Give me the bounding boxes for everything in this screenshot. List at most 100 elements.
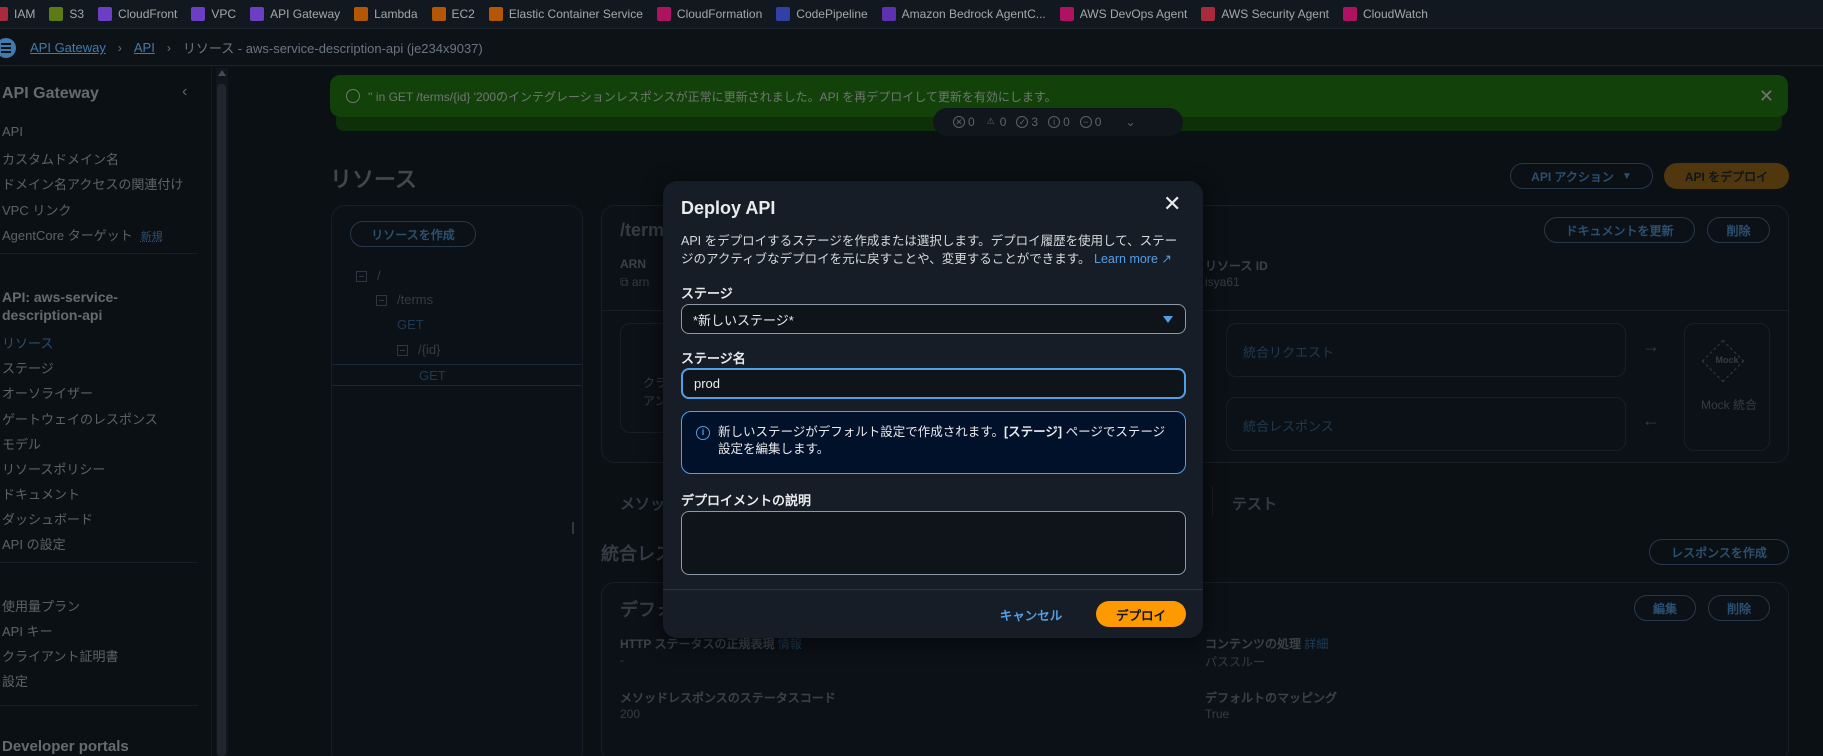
chevron-down-icon[interactable]: ⌄ xyxy=(1125,115,1135,129)
sidebar-item-4[interactable]: AgentCore ターゲット 新規 xyxy=(2,225,163,244)
service-icon xyxy=(250,7,265,21)
create-response-button[interactable]: レスポンスを作成 xyxy=(1649,539,1789,565)
tab-test[interactable]: テスト xyxy=(1232,493,1277,514)
tab-divider xyxy=(1212,486,1213,516)
breadcrumb-api[interactable]: API xyxy=(134,40,155,55)
sidebar-api-item-6[interactable]: ドキュメント xyxy=(2,484,80,503)
tree-node-terms[interactable]: /terms xyxy=(376,292,433,307)
stage-label: ステージ xyxy=(681,286,733,301)
info-alert: i 新しいステージがデフォルト設定で作成されます。[ステージ] ページでステージ… xyxy=(681,411,1186,474)
sidebar-item-3[interactable]: VPC リンク xyxy=(2,200,71,219)
copy-icon[interactable]: ⧉ xyxy=(620,275,629,289)
stage-select[interactable]: *新しいステージ* xyxy=(681,304,1186,334)
favorite-aws-security-agent[interactable]: AWS Security Agent xyxy=(1201,7,1329,21)
favorite-ec2[interactable]: EC2 xyxy=(431,7,475,21)
deployment-description-textarea[interactable] xyxy=(681,511,1186,575)
collapse-sidebar-icon[interactable]: ‹ xyxy=(182,83,187,101)
external-link-icon: ↗ xyxy=(1161,252,1172,266)
service-icon xyxy=(1201,7,1216,21)
sidebar-item-1[interactable]: カスタムドメイン名 xyxy=(2,149,119,168)
sidebar-item-0[interactable]: API xyxy=(2,124,23,139)
stage-name-input[interactable]: prod xyxy=(681,368,1186,399)
warning-count: ⚠ 0 xyxy=(986,115,1007,129)
learn-more-link[interactable]: Learn more ↗ xyxy=(1094,252,1172,266)
service-icon xyxy=(49,7,64,21)
service-icon xyxy=(191,7,206,21)
breadcrumb-api-gateway[interactable]: API Gateway xyxy=(30,40,106,55)
sidebar-api-item-1[interactable]: ステージ xyxy=(2,358,54,377)
api-actions-button[interactable]: API アクション ▼ xyxy=(1510,163,1653,189)
tab-method[interactable]: メソッ xyxy=(620,493,665,514)
deploy-button[interactable]: デプロイ xyxy=(1096,601,1186,627)
resource-tree-panel: リソースを作成 / /terms GET /{id} GET xyxy=(331,205,583,756)
deployment-description-label: デプロイメントの説明 xyxy=(681,493,812,508)
developer-portals-title: Developer portals xyxy=(2,738,129,755)
sidebar-api-item-5[interactable]: リソースポリシー xyxy=(2,459,105,478)
update-docs-button[interactable]: ドキュメントを更新 xyxy=(1544,217,1695,243)
delete-resource-button[interactable]: 削除 xyxy=(1707,217,1770,243)
sidebar-api-item-8[interactable]: API の設定 xyxy=(2,534,66,553)
sidebar-misc-item-2[interactable]: クライアント証明書 xyxy=(2,646,118,665)
modal-footer-divider xyxy=(663,589,1203,590)
collapse-icon xyxy=(376,295,387,307)
arrow-right-icon: → xyxy=(1642,336,1660,356)
delete-response-button[interactable]: 削除 xyxy=(1708,595,1770,621)
info-icon: i xyxy=(1048,116,1061,128)
service-icon xyxy=(1059,7,1074,21)
favorite-lambda[interactable]: Lambda xyxy=(354,7,418,21)
resource-id-value: isya61 xyxy=(1205,275,1240,289)
tree-node-id[interactable]: /{id} xyxy=(397,342,440,357)
tree-node-terms-get[interactable]: GET xyxy=(397,317,424,332)
sidebar-misc-item-0[interactable]: 使用量プラン xyxy=(2,596,80,615)
favorite-cloudwatch[interactable]: CloudWatch xyxy=(1342,7,1428,21)
sidebar-api-item-7[interactable]: ダッシュボード xyxy=(2,509,93,528)
method-status-value: 200 xyxy=(620,707,641,721)
info-count: i0 xyxy=(1048,115,1070,129)
integration-request-box[interactable]: 統合リクエスト xyxy=(1226,323,1626,377)
sidebar-api-item-0[interactable]: リソース xyxy=(2,333,53,352)
notification-counter-bar[interactable]: ✕ 0 ⚠ 0 ✓ 3 i0 −0 ⌄ xyxy=(933,108,1183,136)
service-icon xyxy=(776,7,791,21)
favorite-cloudfront[interactable]: CloudFront xyxy=(98,7,177,21)
breadcrumb-bar: API Gateway › API › リソース - aws-service-d… xyxy=(0,30,1823,66)
error-icon: ✕ xyxy=(953,116,965,128)
chevron-right-icon: › xyxy=(166,40,171,55)
arn-value: ⧉ arn xyxy=(620,275,650,289)
new-badge: 新規 xyxy=(140,231,163,243)
favorite-cloudformation[interactable]: CloudFormation xyxy=(656,7,762,21)
edit-button[interactable]: 編集 xyxy=(1634,595,1696,621)
collapse-icon xyxy=(397,345,408,357)
favorite-codepipeline[interactable]: CodePipeline xyxy=(776,7,868,21)
default-mapping-value: True xyxy=(1205,707,1230,721)
sidebar-misc-item-1[interactable]: API キー xyxy=(2,621,53,640)
deploy-api-button[interactable]: API をデプロイ xyxy=(1664,163,1789,189)
close-icon[interactable]: ✕ xyxy=(1163,193,1181,215)
favorite-iam[interactable]: IAM xyxy=(0,7,35,21)
favorite-amazon-bedrock-agentc[interactable]: Amazon Bedrock AgentC... xyxy=(881,7,1046,21)
sidebar-scrollbar-thumb[interactable] xyxy=(217,84,226,756)
tree-node-id-get[interactable]: GET xyxy=(332,364,582,386)
scroll-up-arrow-icon[interactable] xyxy=(218,70,226,76)
resource-id-label: リソース ID xyxy=(1205,259,1268,273)
info-icon: i xyxy=(696,426,710,440)
sidebar-divider xyxy=(0,705,198,706)
cancel-button[interactable]: キャンセル xyxy=(991,601,1071,627)
favorite-elastic-container-service[interactable]: Elastic Container Service xyxy=(488,7,643,21)
menu-icon[interactable] xyxy=(0,37,16,58)
favorite-api-gateway[interactable]: API Gateway xyxy=(250,7,340,21)
create-resource-button[interactable]: リソースを作成 xyxy=(350,221,476,247)
favorite-vpc[interactable]: VPC xyxy=(191,7,236,21)
sidebar-api-item-4[interactable]: モデル xyxy=(2,434,41,453)
favorite-aws-devops-agent[interactable]: AWS DevOps Agent xyxy=(1059,7,1187,21)
sidebar-misc-item-3[interactable]: 設定 xyxy=(2,671,28,690)
panel-resize-handle[interactable] xyxy=(572,522,574,534)
close-flash-icon[interactable]: ✕ xyxy=(1759,86,1774,107)
sidebar-item-2[interactable]: ドメイン名アクセスの関連付け xyxy=(2,174,183,193)
info-alert-text: 新しいステージがデフォルト設定で作成されます。[ステージ] ページでステージ設定… xyxy=(718,425,1166,456)
integration-response-box[interactable]: 統合レスポンス xyxy=(1226,397,1626,451)
tree-node-root[interactable]: / xyxy=(356,268,381,283)
sidebar-api-item-3[interactable]: ゲートウェイのレスポンス xyxy=(2,409,158,428)
sidebar-api-item-2[interactable]: オーソライザー xyxy=(2,383,93,402)
pending-icon: − xyxy=(1079,116,1092,128)
favorite-s3[interactable]: S3 xyxy=(49,7,84,21)
